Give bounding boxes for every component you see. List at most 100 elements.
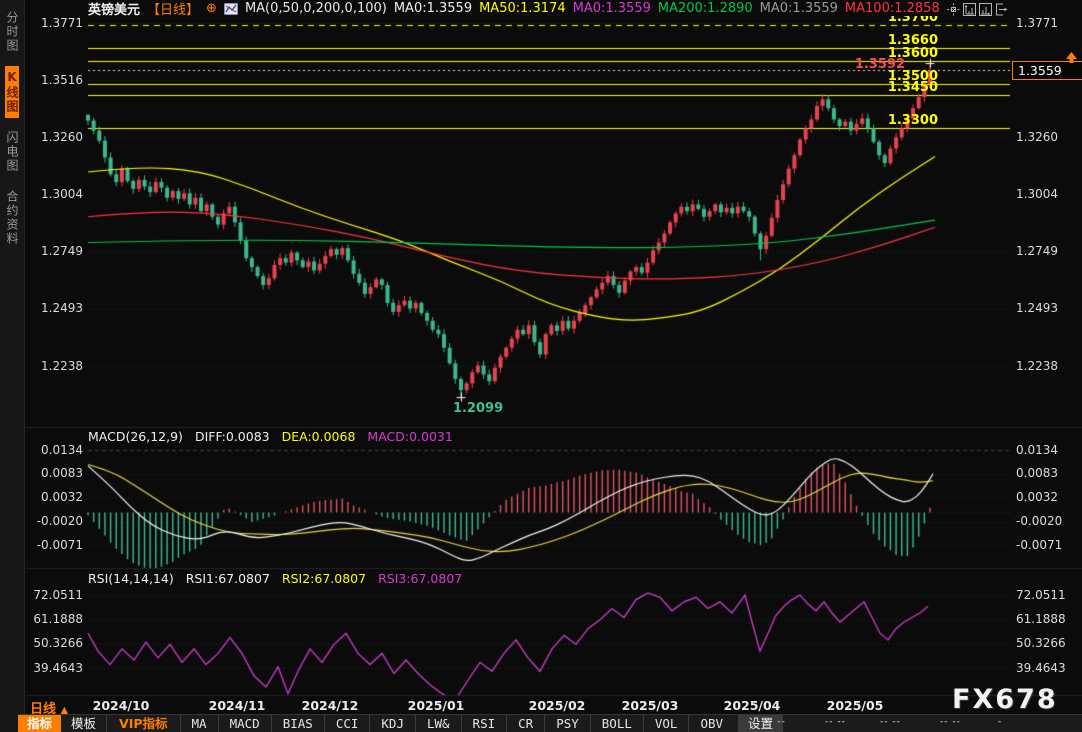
x-axis-date-label: 2025/02 <box>529 698 586 713</box>
x-axis-date-label: 2024/10 <box>93 698 150 713</box>
macd-tick-left: 0.0083 <box>26 467 83 480</box>
rsi1-value: RSI1:67.0807 <box>186 571 270 586</box>
x-axis-date-label: 2025/05 <box>827 698 884 713</box>
macd-tick-right: 0.0032 <box>1016 491 1078 504</box>
y-axis-tick-left: 1.2749 <box>26 245 83 258</box>
y-axis-tick-left: 1.2493 <box>26 302 83 315</box>
macd-diff-value: DIFF:0.0083 <box>195 429 270 444</box>
scale-left-icon[interactable] <box>963 3 976 16</box>
rsi-tick-right: 50.3266 <box>1016 637 1078 650</box>
sidebar-tab-candlestick[interactable]: K线图 <box>5 66 19 118</box>
y-axis-tick-right: 1.3771 <box>1016 17 1078 30</box>
ma-settings: MA(0,50,0,200,0,100) <box>245 1 387 16</box>
exit-icon[interactable] <box>995 3 1008 16</box>
trading-app-window: 分时图 K线图 闪电图 合约资料 英镑美元 【日线】 ⊕ MA(0,50,0,2… <box>0 0 1082 732</box>
macd-tick-right: -0.0020 <box>1016 515 1078 528</box>
toolbar-item-模板[interactable]: 模板 <box>61 715 106 732</box>
toolbar-item-MACD[interactable]: MACD <box>218 715 271 732</box>
ma100-value: MA100:1.2858 <box>845 1 940 16</box>
hline-label: 1.3600 <box>888 47 938 60</box>
symbol-name: 英镑美元 <box>88 0 140 18</box>
y-axis-tick-left: 1.3260 <box>26 131 83 144</box>
main-plot-overlay: 1.3592 1.2099 1.37601.36601.36001.35001.… <box>26 16 1012 427</box>
session-low-label: 1.2099 <box>453 402 503 415</box>
sidebar-tab-contract-info[interactable]: 合约资料 <box>5 186 19 250</box>
y-axis-tick-right: 1.2493 <box>1016 302 1078 315</box>
toolbar-item-OBV[interactable]: OBV <box>688 715 734 732</box>
sidebar: 分时图 K线图 闪电图 合约资料 <box>0 0 25 732</box>
macd-tick-right: 0.0134 <box>1016 444 1078 457</box>
rsi2-value: RSI2:67.0807 <box>282 571 366 586</box>
toolbar-item-KDJ[interactable]: KDJ <box>369 715 415 732</box>
x-axis-date-label: 2025/01 <box>408 698 465 713</box>
rsi-tick-left: 39.4643 <box>26 662 83 675</box>
toolbar-item-VOL[interactable]: VOL <box>643 715 689 732</box>
y-axis-tick-right: 1.2749 <box>1016 245 1078 258</box>
fx678-watermark: FX678 <box>952 684 1058 715</box>
y-axis-tick-left: 1.3516 <box>26 74 83 87</box>
rsi-tick-right: 39.4643 <box>1016 662 1078 675</box>
y-axis-tick-left: 1.3004 <box>26 188 83 201</box>
toolbar-item-指标[interactable]: 指标 <box>18 715 61 732</box>
price-up-arrow-icon <box>1065 52 1078 64</box>
macd-tick-left: -0.0020 <box>26 515 83 528</box>
dash-decoration: -- -- <box>940 717 961 727</box>
ma0c-value: MA0:1.3559 <box>760 1 838 16</box>
hline-label: 1.3760 <box>888 16 938 24</box>
toolbar-item-BOLL[interactable]: BOLL <box>590 715 643 732</box>
dash-decoration: -- -- <box>880 717 901 727</box>
plus-circle-icon[interactable]: ⊕ <box>206 1 217 16</box>
chart-header: 英镑美元 【日线】 ⊕ MA(0,50,0,200,0,100) MA0:1.3… <box>88 1 940 16</box>
toolbar-item-VIP指标[interactable]: VIP指标 <box>106 715 180 732</box>
rsi-tick-left: 61.1888 <box>26 613 83 626</box>
toolbar-item-BIAS[interactable]: BIAS <box>271 715 324 732</box>
ma0-value: MA0:1.3559 <box>394 1 472 16</box>
period-label: 【日线】 <box>147 0 199 18</box>
macd-tick-left: 0.0032 <box>26 491 83 504</box>
toolbar-item-PSY[interactable]: PSY <box>544 715 590 732</box>
ma200-value: MA200:1.2890 <box>658 1 753 16</box>
toolbar-item-LW&[interactable]: LW& <box>415 715 461 732</box>
y-axis-tick-left: 1.3771 <box>26 17 83 30</box>
line-chart-icon[interactable] <box>224 3 238 15</box>
ma0b-value: MA0:1.3559 <box>573 1 651 16</box>
scale-right-icon[interactable] <box>979 3 992 16</box>
current-price-tag: 1.3559 <box>1012 61 1082 80</box>
y-axis-tick-right: 1.3004 <box>1016 188 1078 201</box>
x-axis-date-label: 2024/11 <box>209 698 266 713</box>
sidebar-tab-timeshare[interactable]: 分时图 <box>5 7 19 57</box>
rsi-tick-left: 72.0511 <box>26 589 83 602</box>
macd-tick-right: -0.0071 <box>1016 539 1078 552</box>
toolbar-item-MA[interactable]: MA <box>180 715 218 732</box>
dash-decoration: - <box>998 717 1002 727</box>
rsi-tick-right: 61.1888 <box>1016 613 1078 626</box>
rsi3-value: RSI3:67.0807 <box>378 571 462 586</box>
sidebar-tab-flash[interactable]: 闪电图 <box>5 127 19 177</box>
toolbar-item-RSI[interactable]: RSI <box>461 715 507 732</box>
rsi-label-row: RSI(14,14,14) RSI1:67.0807 RSI2:67.0807 … <box>88 571 462 586</box>
hline-label: 1.3450 <box>888 81 938 94</box>
indicator-toolbar: 指标模板VIP指标MAMACDBIASCCIKDJLW&RSICRPSYBOLL… <box>18 714 1082 732</box>
x-axis-date-label: 2025/04 <box>724 698 781 713</box>
macd-title: MACD(26,12,9) <box>88 429 183 444</box>
macd-dea-value: DEA:0.0068 <box>282 429 356 444</box>
macd-tick-left: -0.0071 <box>26 539 83 552</box>
crosshair-icon[interactable] <box>947 3 960 16</box>
toolbar-item-CCI[interactable]: CCI <box>324 715 370 732</box>
x-axis-date-label: 2025/03 <box>622 698 679 713</box>
toolbar-item-CR[interactable]: CR <box>506 715 544 732</box>
macd-value: MACD:0.0031 <box>367 429 452 444</box>
macd-tick-right: 0.0083 <box>1016 467 1078 480</box>
hline-label: 1.3660 <box>888 34 938 47</box>
dash-decoration: -- -- <box>825 717 846 727</box>
macd-label-row: MACD(26,12,9) DIFF:0.0083 DEA:0.0068 MAC… <box>88 429 453 444</box>
rsi-tick-left: 50.3266 <box>26 637 83 650</box>
ma50-value: MA50:1.3174 <box>479 1 566 16</box>
chart-tool-icons <box>947 3 1008 16</box>
x-axis-date-label: 2024/12 <box>302 698 359 713</box>
y-axis-tick-right: 1.2238 <box>1016 360 1078 373</box>
y-axis-tick-left: 1.2238 <box>26 360 83 373</box>
dash-decoration: -- -- <box>765 717 786 727</box>
rsi-title: RSI(14,14,14) <box>88 571 174 586</box>
rsi-tick-right: 72.0511 <box>1016 589 1078 602</box>
